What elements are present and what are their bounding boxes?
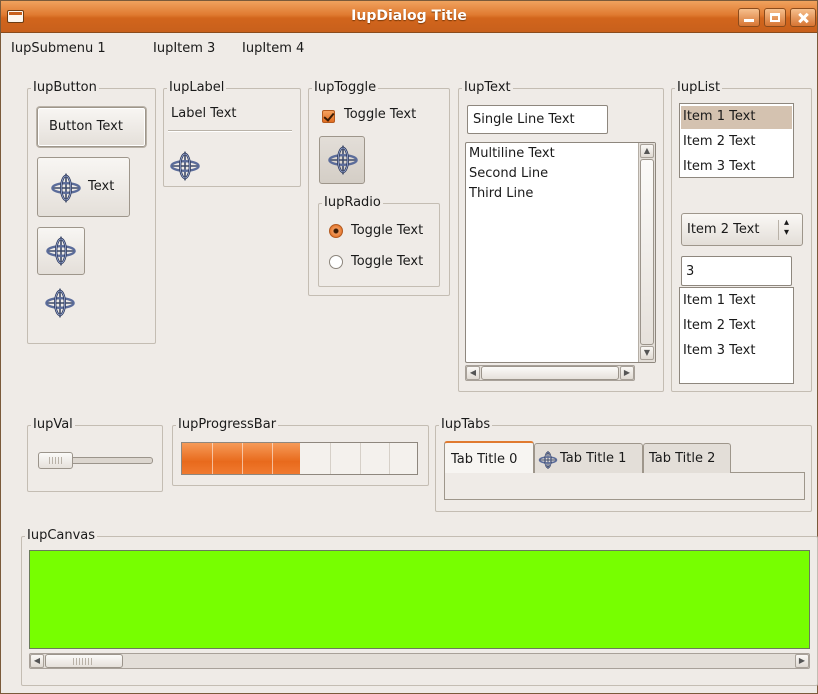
- iup-logo-icon[interactable]: [44, 287, 76, 319]
- edit-list-item-1[interactable]: Item 1 Text: [683, 293, 755, 308]
- list-edit-value: 3: [686, 264, 695, 279]
- tab-title-1[interactable]: Tab Title 1: [534, 443, 643, 473]
- progress-frame-title: IupProgressBar: [176, 417, 279, 433]
- list-item-3[interactable]: Item 3 Text: [683, 159, 755, 174]
- single-line-text-input[interactable]: Single Line Text: [467, 105, 608, 134]
- iup-logo-icon: [169, 150, 201, 182]
- multiline-vertical-scrollbar[interactable]: ▲ ▼: [638, 143, 655, 362]
- iup-logo-icon: [538, 450, 558, 470]
- iup-logo-icon: [50, 172, 82, 204]
- list-item-2[interactable]: Item 2 Text: [683, 134, 755, 149]
- radio-frame: IupRadio: [318, 195, 440, 287]
- scroll-arrow-icon[interactable]: ◀: [30, 654, 44, 668]
- tab-title-0[interactable]: Tab Title 0: [444, 441, 534, 473]
- tab-title-2[interactable]: Tab Title 2: [643, 443, 731, 473]
- icon-text-button[interactable]: Text: [37, 157, 130, 217]
- text-frame-title: IupText: [462, 80, 513, 96]
- icon-text-button-label: Text: [88, 179, 115, 194]
- menu-submenu-1[interactable]: IupSubmenu 1: [11, 41, 106, 56]
- list-item-1[interactable]: Item 1 Text: [683, 109, 755, 124]
- multiline-line-2: Second Line: [469, 166, 549, 181]
- spin-arrows-icon: ▴ ▾: [784, 217, 790, 238]
- edit-list-item-2[interactable]: Item 2 Text: [683, 318, 755, 333]
- toggle-label[interactable]: Toggle Text: [344, 107, 416, 122]
- iup-logo-icon: [45, 235, 77, 267]
- progress-bar: [181, 442, 418, 475]
- list-dropdown[interactable]: Item 2 Text ▴ ▾: [681, 213, 803, 246]
- multiline-line-1: Multiline Text: [469, 146, 555, 161]
- scroll-arrow-icon[interactable]: ▲: [640, 144, 654, 158]
- radio-label-2[interactable]: Toggle Text: [351, 254, 423, 269]
- dropdown-value: Item 2 Text: [687, 222, 760, 237]
- list-edit-input[interactable]: 3: [681, 256, 792, 286]
- scroll-arrow-icon[interactable]: ◀: [466, 366, 480, 380]
- title-bar[interactable]: IupDialog Title: [1, 1, 817, 33]
- radio-button-1[interactable]: [329, 224, 343, 238]
- maximize-icon[interactable]: [764, 8, 786, 27]
- label-separator: [168, 130, 292, 132]
- radio-frame-title: IupRadio: [322, 195, 383, 211]
- icon-button[interactable]: [37, 227, 85, 275]
- iup-logo-icon: [327, 144, 359, 176]
- canvas-frame-title: IupCanvas: [25, 528, 98, 544]
- minimize-icon[interactable]: [738, 8, 760, 27]
- dialog-window: IupDialog Title IupSubmenu 1 IupItem 3 I…: [0, 0, 818, 694]
- multiline-line-3: Third Line: [469, 186, 534, 201]
- label-text: Label Text: [171, 106, 237, 121]
- text-button[interactable]: Button Text: [37, 107, 146, 147]
- checkmark-icon[interactable]: [322, 110, 335, 123]
- tabs-frame-title: IupTabs: [439, 417, 493, 433]
- toggle-frame-title: IupToggle: [312, 80, 379, 96]
- scroll-arrow-icon[interactable]: ▼: [640, 346, 654, 360]
- canvas-horizontal-scrollbar[interactable]: ◀ ▶: [29, 653, 810, 669]
- drawing-canvas[interactable]: [29, 550, 810, 649]
- multiline-text-area[interactable]: Multiline Text Second Line Third Line ▲ …: [465, 142, 656, 363]
- list-frame-title: IupList: [675, 80, 723, 96]
- button-frame-title: IupButton: [31, 80, 99, 96]
- simple-list[interactable]: Item 1 Text Item 2 Text Item 3 Text: [679, 103, 794, 178]
- scroll-arrow-icon[interactable]: ▶: [620, 366, 634, 380]
- window-title: IupDialog Title: [351, 8, 467, 24]
- tab-panel: [444, 472, 805, 500]
- val-frame-title: IupVal: [31, 417, 75, 433]
- close-icon[interactable]: [790, 8, 816, 27]
- scroll-arrow-icon[interactable]: ▶: [795, 654, 809, 668]
- multiline-horizontal-scrollbar[interactable]: ◀ ▶: [465, 365, 635, 381]
- vertical-scroll-thumb[interactable]: [640, 159, 654, 345]
- radio-button-2[interactable]: [329, 255, 343, 269]
- radio-label-1[interactable]: Toggle Text: [351, 223, 423, 238]
- image-toggle-button[interactable]: [319, 136, 365, 184]
- menu-item-3[interactable]: IupItem 3: [153, 41, 215, 56]
- edit-list[interactable]: Item 1 Text Item 2 Text Item 3 Text: [679, 287, 794, 384]
- single-line-text-value: Single Line Text: [473, 112, 575, 127]
- canvas-scroll-thumb[interactable]: [45, 654, 123, 668]
- progress-fill: [182, 443, 300, 474]
- val-slider-handle[interactable]: [38, 452, 73, 469]
- text-button-label: Button Text: [49, 119, 123, 134]
- label-frame-title: IupLabel: [167, 80, 227, 96]
- menu-item-4[interactable]: IupItem 4: [242, 41, 304, 56]
- horizontal-scroll-thumb[interactable]: [481, 366, 619, 380]
- edit-list-item-3[interactable]: Item 3 Text: [683, 343, 755, 358]
- menu-bar: IupSubmenu 1 IupItem 3 IupItem 4: [1, 34, 817, 62]
